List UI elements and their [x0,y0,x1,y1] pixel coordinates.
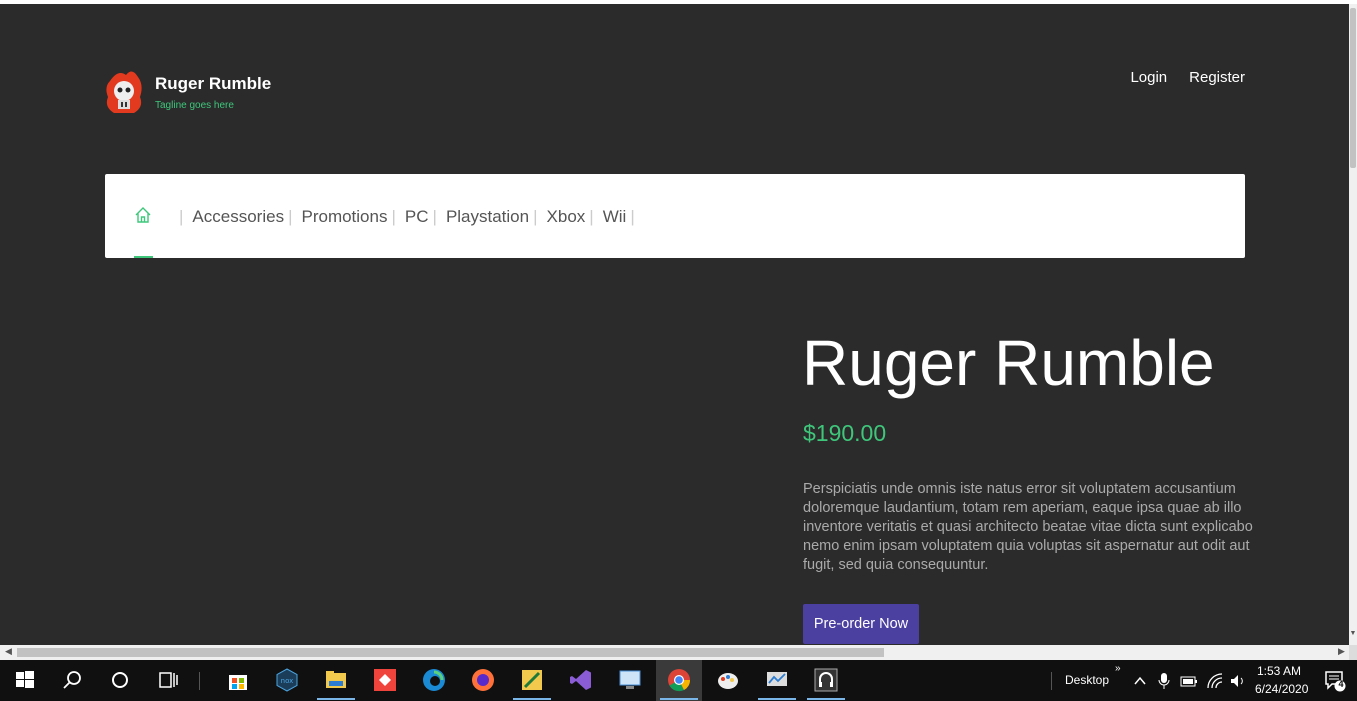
clock-date[interactable]: 6/24/2020 [1255,682,1308,696]
taskbar-divider [1051,672,1052,690]
pre-order-button[interactable]: Pre-order Now [803,604,919,644]
microphone-icon[interactable] [1158,672,1170,690]
brand-name[interactable]: Ruger Rumble [155,74,271,94]
battery-icon[interactable] [1180,673,1198,689]
nav-separator: | [589,207,594,226]
active-nav-indicator [134,256,153,258]
login-link[interactable]: Login [1130,69,1167,86]
scroll-right-arrow-icon[interactable]: ▶ [1338,646,1345,657]
vertical-scrollbar[interactable]: ▼ [1349,4,1357,645]
running-app-indicator [758,698,796,700]
toolbar-expand-icon[interactable]: » [1115,663,1121,674]
taskbar-divider [199,672,200,690]
desktop-toolbar-label[interactable]: Desktop [1065,673,1109,687]
wifi-icon[interactable] [1206,672,1224,690]
vertical-scroll-thumb[interactable] [1350,8,1356,168]
register-link[interactable]: Register [1189,69,1245,86]
nav-separator: | [288,207,293,226]
task-view-icon[interactable] [156,668,180,692]
nav-separator: | [391,207,396,226]
horizontal-scrollbar[interactable]: ◀ ▶ [0,645,1349,660]
app-icon[interactable] [520,668,544,692]
cortana-icon[interactable] [108,668,132,692]
web-page: Ruger Rumble Tagline goes here Login Reg… [0,4,1349,645]
windows-start-icon[interactable] [13,668,37,692]
remote-desktop-icon[interactable] [618,668,642,692]
nav-menu: | Accessories | Promotions | PC | Playst… [175,207,644,227]
edge-icon[interactable] [422,668,446,692]
nav-item-wii[interactable]: Wii [603,207,627,227]
firefox-icon[interactable] [471,668,495,692]
running-app-indicator [317,698,355,700]
clock-time[interactable]: 1:53 AM [1257,664,1301,678]
monitor-app-icon[interactable] [765,668,789,692]
volume-icon[interactable] [1229,672,1247,690]
notification-count-badge: 4 [1338,679,1344,689]
scroll-left-arrow-icon[interactable]: ◀ [5,646,12,657]
brand-tagline: Tagline goes here [155,100,234,111]
headset-app-icon[interactable] [814,668,838,692]
chrome-icon[interactable] [667,668,691,692]
scroll-down-arrow-icon[interactable]: ▼ [1349,630,1357,638]
nav-item-xbox[interactable]: Xbox [547,207,586,227]
nav-item-playstation[interactable]: Playstation [446,207,529,227]
nav-separator: | [533,207,538,226]
product-description: Perspiciatis unde omnis iste natus error… [803,481,1253,573]
nav-separator: | [432,207,437,226]
running-app-indicator [807,698,845,700]
ruger-rumble-logo[interactable] [104,67,144,117]
nav-separator: | [630,207,635,226]
nav-separator: | [179,207,184,226]
product-title: Ruger Rumble [802,327,1215,399]
main-navigation: | Accessories | Promotions | PC | Playst… [105,174,1245,258]
product-price: $190.00 [803,420,887,446]
scrollbar-corner [1349,645,1357,660]
anydesk-icon[interactable] [373,668,397,692]
running-app-indicator [513,698,551,700]
file-explorer-icon[interactable] [324,668,348,692]
store-icon[interactable] [226,668,250,692]
nav-item-accessories[interactable]: Accessories [192,207,284,227]
windows-taskbar: nox Desktop » 1:53 AM 6/24/2020 4 [0,660,1357,701]
account-links: Login Register [1130,69,1245,86]
show-hidden-icons-icon[interactable] [1133,674,1147,688]
running-app-indicator [660,698,698,700]
nav-item-promotions[interactable]: Promotions [301,207,387,227]
paint-icon[interactable] [716,668,740,692]
nox-icon[interactable]: nox [275,668,299,692]
nav-item-pc[interactable]: PC [405,207,429,227]
home-icon[interactable] [134,206,152,224]
visual-studio-icon[interactable] [569,668,593,692]
horizontal-scroll-thumb[interactable] [17,648,884,657]
search-icon[interactable] [60,668,84,692]
svg-text:nox: nox [281,677,294,685]
